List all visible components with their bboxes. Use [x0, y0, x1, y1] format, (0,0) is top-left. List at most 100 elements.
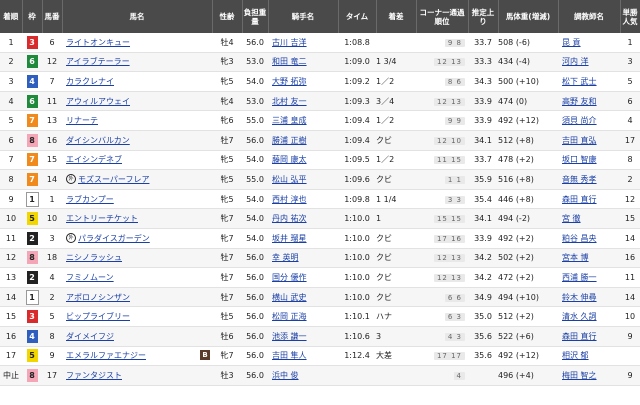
- jockey-link[interactable]: 松山 弘平: [272, 175, 307, 184]
- trainer-cell: 宮 徹: [558, 208, 620, 229]
- race-time: 1:10.0: [338, 267, 376, 288]
- horse-name-link[interactable]: モズスーパーフレア: [78, 175, 149, 184]
- waku-badge: 4: [26, 329, 38, 343]
- table-row: 2 6 12 アイラブテーラー 牝3 53.0 和田 竜二 1:09.0 1 3/4 12 13 3…: [0, 52, 640, 73]
- header-margin: 着差: [376, 0, 417, 33]
- jockey-link[interactable]: 古川 吉洋: [272, 38, 307, 47]
- trainer-link[interactable]: 高野 友和: [562, 97, 597, 106]
- jockey-link[interactable]: 藤岡 康太: [272, 155, 307, 164]
- carried-weight: 54.0: [242, 71, 268, 92]
- horse-name-link[interactable]: パラダイスガーデン: [78, 234, 150, 243]
- horse-name-link[interactable]: ダイシンバルカン: [66, 136, 130, 145]
- trainer-link[interactable]: 森田 直行: [562, 332, 597, 341]
- horse-name-link[interactable]: リナーテ: [66, 116, 98, 125]
- horse-name-cell: リナーテ: [62, 110, 212, 131]
- horse-name-link[interactable]: ファンタジスト: [66, 371, 122, 380]
- horse-name-link[interactable]: ダイメイフジ: [66, 332, 114, 341]
- jockey-link[interactable]: 和田 竜二: [272, 57, 307, 66]
- corner-positions: 1 1: [444, 175, 465, 184]
- waku-badge: 7: [26, 114, 38, 128]
- body-weight: 494 (-2): [498, 208, 558, 229]
- trainer-link[interactable]: 粕谷 昌央: [562, 234, 597, 243]
- jockey-link[interactable]: 吉田 隼人: [272, 351, 307, 360]
- horse-number: 4: [42, 267, 62, 288]
- trainer-cell: 森田 直行: [558, 326, 620, 347]
- table-header-row: 着順枠馬番 馬名 性齢 負担重量 騎手名 タイム 着差 コーナー通過順位 推定上り 馬体重(増減)…: [0, 0, 640, 33]
- trainer-link[interactable]: 吉田 直弘: [562, 136, 597, 145]
- win-popularity: 12: [620, 189, 640, 210]
- jockey-link[interactable]: 松岡 正海: [272, 312, 307, 321]
- trainer-link[interactable]: 河内 洋: [562, 57, 589, 66]
- jockey-link[interactable]: 浜中 俊: [272, 371, 299, 380]
- trainer-link[interactable]: 梅田 智之: [562, 371, 597, 380]
- jockey-link[interactable]: 池添 謙一: [272, 332, 307, 341]
- win-popularity: 16: [620, 248, 640, 269]
- trainer-link[interactable]: 宮 徹: [562, 214, 581, 223]
- jockey-link[interactable]: 勝浦 正樹: [272, 136, 307, 145]
- horse-name-link[interactable]: ビップライブリー: [66, 312, 130, 321]
- horse-name-link[interactable]: ラブカンプー: [66, 195, 114, 204]
- finish-rank: 15: [0, 306, 22, 327]
- jockey-link[interactable]: 坂井 瑠星: [272, 234, 307, 243]
- carried-weight: 56.0: [242, 267, 268, 288]
- trainer-link[interactable]: 昆 貢: [562, 38, 581, 47]
- trainer-link[interactable]: 森田 直行: [562, 195, 597, 204]
- table-row: 7 7 15 エイシンデネブ 牝5 54.0 藤岡 康太 1:09.5 1／2 11 15 33.7…: [0, 150, 640, 171]
- horse-name-link[interactable]: エメラルファエナジー: [66, 351, 146, 360]
- horse-name-link[interactable]: エイシンデネブ: [66, 155, 122, 164]
- corner-positions: 11 15: [433, 156, 465, 165]
- waku-cell: 4: [22, 71, 42, 92]
- jockey-link[interactable]: 国分 優作: [272, 273, 307, 282]
- trainer-link[interactable]: 坂口 智康: [562, 155, 597, 164]
- corner-positions: 12 13: [433, 58, 465, 67]
- trainer-link[interactable]: 宮本 博: [562, 253, 589, 262]
- horse-name-link[interactable]: アイラブテーラー: [66, 57, 130, 66]
- horse-name-link[interactable]: ニシノラッシュ: [66, 253, 122, 262]
- trainer-link[interactable]: 清水 久詞: [562, 312, 597, 321]
- sex-age: 牝5: [212, 169, 242, 190]
- jockey-link[interactable]: 西村 淳也: [272, 195, 307, 204]
- trainer-link[interactable]: 須貝 尚介: [562, 116, 597, 125]
- horse-name-link[interactable]: フミノムーン: [66, 273, 114, 282]
- trainer-link[interactable]: 音無 秀孝: [562, 175, 597, 184]
- jockey-link[interactable]: 幸 英明: [272, 253, 299, 262]
- horse-name-link[interactable]: カラクレナイ: [66, 77, 114, 86]
- race-time: [338, 365, 376, 386]
- jockey-link[interactable]: 北村 友一: [272, 97, 307, 106]
- jockey-link[interactable]: 丹内 祐次: [272, 214, 307, 223]
- trainer-link[interactable]: 松下 武士: [562, 77, 597, 86]
- jockey-cell: 北村 友一: [268, 91, 338, 112]
- jockey-cell: 池添 謙一: [268, 326, 338, 347]
- horse-name-link[interactable]: アウィルアウェイ: [66, 97, 130, 106]
- corner-positions: 15 15: [433, 215, 465, 224]
- horse-number: 13: [42, 110, 62, 131]
- finish-rank: 17: [0, 346, 22, 367]
- header-bodyweight: 馬体重(増減): [498, 0, 559, 33]
- jockey-link[interactable]: 三浦 皇成: [272, 116, 307, 125]
- header-last3f: 推定上り: [468, 0, 499, 33]
- jockey-link[interactable]: 大野 拓弥: [272, 77, 307, 86]
- margin: [376, 365, 416, 386]
- waku-cell: 6: [22, 52, 42, 73]
- horse-name-cell: エメラルファエナジー B: [62, 346, 212, 367]
- waku-cell: 3: [22, 33, 42, 53]
- body-weight: 508 (-6): [498, 33, 558, 53]
- trainer-link[interactable]: 西浦 勝一: [562, 273, 597, 282]
- corner-positions: 6 6: [444, 293, 465, 302]
- horse-name-link[interactable]: エントリーチケット: [66, 214, 138, 223]
- waku-cell: 2: [22, 267, 42, 288]
- waku-cell: 7: [22, 150, 42, 171]
- jockey-link[interactable]: 横山 武史: [272, 293, 307, 302]
- waku-badge: 3: [26, 35, 38, 49]
- horse-name-link[interactable]: ライトオンキュー: [66, 38, 130, 47]
- margin: クビ: [376, 248, 416, 269]
- sex-age: 牡5: [212, 306, 242, 327]
- table-row: 15 3 5 ビップライブリー 牡5 56.0 松岡 正海 1:10.1 ハナ 6 3 35.0 51…: [0, 306, 640, 327]
- horse-name-link[interactable]: アポロノシンザン: [66, 293, 130, 302]
- trainer-link[interactable]: 鈴木 伸尋: [562, 293, 597, 302]
- horse-number: 2: [42, 287, 62, 308]
- table-row: 14 1 2 アポロノシンザン 牡7 56.0 横山 武史 1:10.0 クビ 6 6 34.9 49…: [0, 287, 640, 308]
- sex-age: 牝5: [212, 150, 242, 171]
- sex-age: 牡7: [212, 130, 242, 151]
- trainer-link[interactable]: 相沢 郁: [562, 351, 589, 360]
